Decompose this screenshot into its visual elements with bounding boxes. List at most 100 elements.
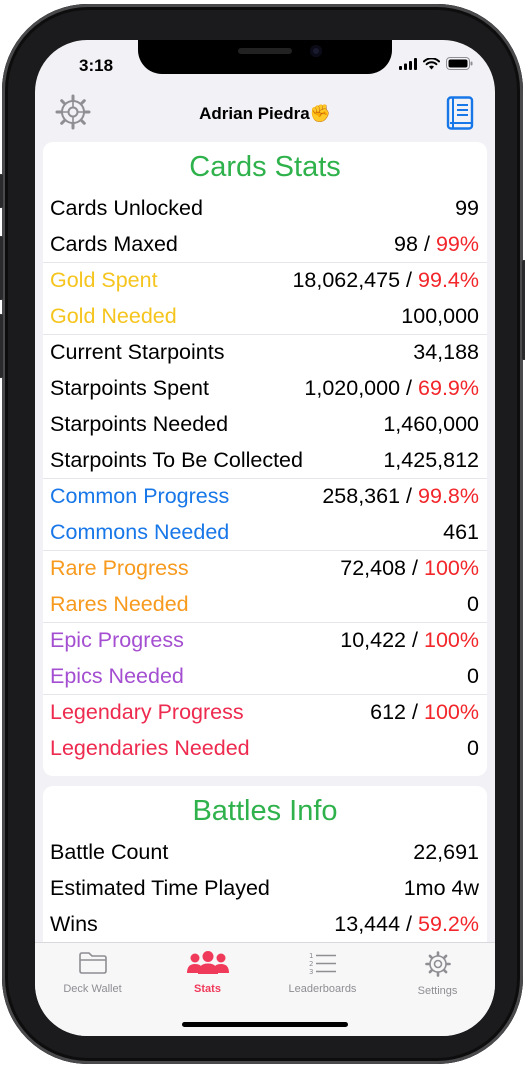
battery-icon [446, 57, 473, 70]
stat-value: 461 [443, 519, 479, 544]
signal-icon [399, 57, 417, 70]
stat-value-group: 1,460,000 [383, 412, 479, 437]
stat-value: 1,425,812 [383, 447, 479, 472]
folder-icon [78, 952, 107, 974]
stat-value: 612 [370, 700, 407, 724]
stat-label: Epics Needed [50, 663, 184, 688]
stat-value-group: 18,062,475/99.4% [292, 268, 479, 293]
cards-stats-title: Cards Stats [189, 151, 341, 183]
cards-stats-rows: Cards Unlocked 99 Cards Maxed 98/99% Gold Sp… [43, 190, 487, 766]
stat-value-group: 34,188 [413, 340, 479, 365]
stat-percent: 99.8% [418, 484, 479, 508]
stat-value: 22,691 [413, 839, 479, 864]
notch [138, 40, 392, 74]
tab-stats[interactable]: Stats [150, 951, 265, 995]
stat-value-group: 258,361/99.8% [322, 484, 479, 509]
stat-value-group: 100,000 [401, 304, 479, 329]
tab-leaderboards[interactable]: 1 2 3 Leaderboards [265, 951, 380, 995]
stat-percent: 99.4% [418, 268, 479, 292]
stat-value-group: 1,020,000/69.9% [304, 376, 479, 401]
stat-row: Rares Needed 0 [43, 586, 487, 622]
stat-value-group: 10,422/100% [340, 628, 479, 653]
stat-separator: / [423, 231, 430, 256]
numbered-list-icon: 1 2 3 [309, 952, 336, 976]
stat-row: Wins 13,444/59.2% [43, 906, 487, 942]
battles-info-card: Battles Info Battle Count 22,691 Estimated… [43, 786, 487, 956]
stat-label: Wins [50, 911, 98, 936]
gear-icon [424, 951, 451, 977]
camera [310, 45, 322, 57]
tab-settings[interactable]: Settings [380, 951, 495, 997]
status-time: 3:18 [79, 56, 114, 75]
stat-value: 13,444 [334, 911, 401, 936]
stat-value-group: 1,425,812 [383, 448, 479, 473]
stat-value: 10,422 [340, 628, 407, 652]
stat-value: 34,188 [413, 340, 479, 364]
screen: 3:18 Adrian Piedra✊ Cards Stats Cards Un… [35, 40, 495, 1036]
stat-label: Gold Needed [50, 303, 177, 328]
stat-row: Starpoints Needed 1,460,000 [43, 406, 487, 442]
stat-row: Starpoints Spent 1,020,000/69.9% [43, 370, 487, 406]
stat-row: Battle Count 22,691 [43, 834, 487, 870]
stat-label: Legendary Progress [50, 700, 244, 724]
stat-value: 99 [455, 195, 479, 220]
stat-value: 0 [467, 735, 479, 760]
stat-value-group: 0 [467, 592, 479, 617]
stat-row: Cards Unlocked 99 [43, 190, 487, 226]
stat-label: Epic Progress [50, 628, 184, 652]
stat-value-group: 13,444/59.2% [334, 912, 479, 937]
stat-value: 18,062,475 [292, 268, 401, 292]
tab-label: Deck Wallet [63, 983, 122, 995]
stat-percent: 100% [424, 628, 479, 652]
speaker [238, 48, 292, 54]
stat-separator: / [412, 628, 418, 652]
battles-info-rows: Battle Count 22,691 Estimated Time Played 1… [43, 834, 487, 942]
stat-row: Current Starpoints 34,188 [43, 334, 487, 370]
stat-label: Starpoints To Be Collected [50, 447, 303, 472]
home-indicator [182, 1022, 348, 1027]
stat-value-group: 72,408/100% [340, 556, 479, 581]
silent-switch [0, 174, 3, 208]
stat-value-group: 22,691 [413, 840, 479, 865]
stat-label: Rare Progress [50, 556, 189, 580]
stat-value-group: 99 [455, 196, 479, 221]
svg-text:2: 2 [309, 960, 313, 968]
stat-label: Common Progress [50, 484, 230, 508]
stat-row: Gold Spent 18,062,475/99.4% [43, 262, 487, 298]
people-icon [186, 951, 229, 974]
stat-percent: 99% [435, 231, 479, 256]
stat-separator: / [412, 700, 418, 724]
phone-frame: 3:18 Adrian Piedra✊ Cards Stats Cards Un… [0, 4, 525, 1064]
stat-separator: / [406, 911, 413, 936]
tab-label: Stats [194, 983, 221, 995]
stat-percent: 100% [424, 700, 479, 724]
book-icon[interactable] [445, 96, 475, 130]
nav-title: Adrian Piedra✊ [199, 104, 331, 123]
svg-text:3: 3 [309, 968, 313, 975]
stat-value: 72,408 [340, 556, 407, 580]
stat-value-group: 612/100% [370, 700, 479, 725]
stat-label: Current Starpoints [50, 340, 225, 364]
stat-separator: / [412, 556, 418, 580]
stat-percent: 69.9% [418, 375, 479, 400]
stat-value-group: 0 [467, 664, 479, 689]
stat-value: 0 [467, 591, 479, 616]
tab-label: Leaderboards [288, 983, 357, 995]
stat-row: Commons Needed 461 [43, 514, 487, 550]
stat-value-group: 98/99% [394, 232, 479, 257]
navigation-bar: Adrian Piedra✊ [35, 90, 495, 138]
stat-row: Legendary Progress 612/100% [43, 694, 487, 730]
tab-label: Settings [417, 985, 458, 997]
stat-label: Starpoints Spent [50, 375, 209, 400]
tab-deck-wallet[interactable]: Deck Wallet [35, 951, 150, 995]
stat-value: 0 [467, 663, 479, 688]
stat-separator: / [406, 484, 413, 508]
stat-value: 1mo 4w [403, 875, 479, 900]
stat-row: Legendaries Needed 0 [43, 730, 487, 766]
volume-up-button [0, 236, 3, 300]
stat-label: Rares Needed [50, 591, 189, 616]
volume-down-button [0, 314, 3, 378]
stat-separator: / [406, 375, 413, 400]
stat-separator: / [406, 268, 413, 292]
stat-row: Common Progress 258,361/99.8% [43, 478, 487, 514]
